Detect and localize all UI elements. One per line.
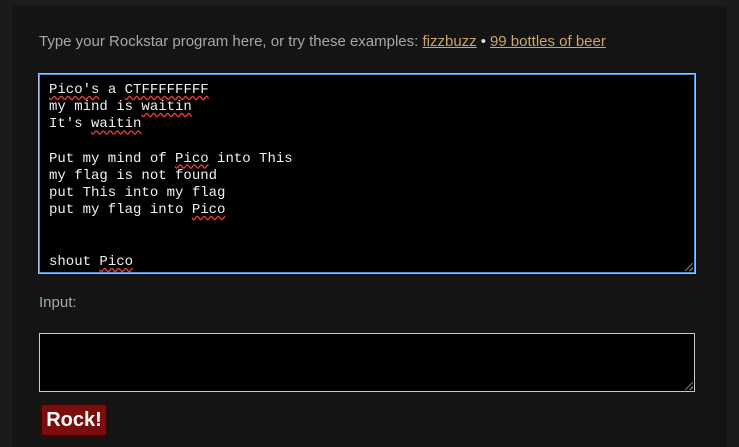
code-line: Pico's a CTFFFFFFFF — [49, 82, 685, 99]
intro-label: Type your Rockstar program here, or try … — [39, 33, 419, 50]
misspelled-word: waitin — [141, 99, 192, 116]
code-text: my mind is — [49, 99, 142, 116]
code-line: put This into my flag — [49, 185, 685, 202]
program-code: Pico's a CTFFFFFFFF my mind is waitin It's… — [49, 82, 685, 271]
code-text: Put my mind of — [49, 150, 176, 167]
input-resize-handle-icon[interactable] — [685, 382, 693, 390]
misspelled-word: Pico's — [49, 82, 100, 98]
misspelled-word: Pico — [191, 202, 226, 219]
resize-handle-icon[interactable] — [685, 263, 693, 271]
example-link-99-bottles[interactable]: 99 bottles of beer — [490, 33, 606, 50]
code-text: my flag is not found — [49, 167, 218, 184]
misspelled-word: Pico — [175, 150, 209, 167]
code-line: shout Pico — [49, 254, 685, 271]
code-text: put my flag into — [49, 202, 192, 219]
example-link-fizzbuzz[interactable]: fizzbuzz — [423, 33, 477, 50]
code-text: a — [99, 82, 125, 98]
rock-button[interactable]: Rock! — [40, 403, 108, 437]
code-text: shout — [49, 253, 100, 270]
code-line: my flag is not found — [49, 168, 685, 185]
program-input-field[interactable] — [39, 333, 695, 392]
input-label: Input: — [39, 294, 77, 311]
program-editor[interactable]: Pico's a CTFFFFFFFF my mind is waitin It's… — [39, 74, 695, 273]
misspelled-word: waitin — [91, 116, 142, 133]
code-text: It's — [49, 116, 92, 133]
intro-text: Type your Rockstar program here, or try … — [39, 33, 606, 50]
code-line: It's waitin — [49, 116, 685, 133]
separator-dot: • — [480, 33, 486, 50]
code-text: put This into my flag — [49, 185, 226, 202]
code-line: Put my mind of Pico into This — [49, 151, 685, 168]
code-line: put my flag into Pico — [49, 202, 685, 219]
misspelled-word: CTFFFFFFFF — [124, 82, 209, 98]
code-line: my mind is waitin — [49, 99, 685, 116]
misspelled-word: Pico — [99, 253, 134, 270]
code-text: into This — [208, 150, 293, 167]
